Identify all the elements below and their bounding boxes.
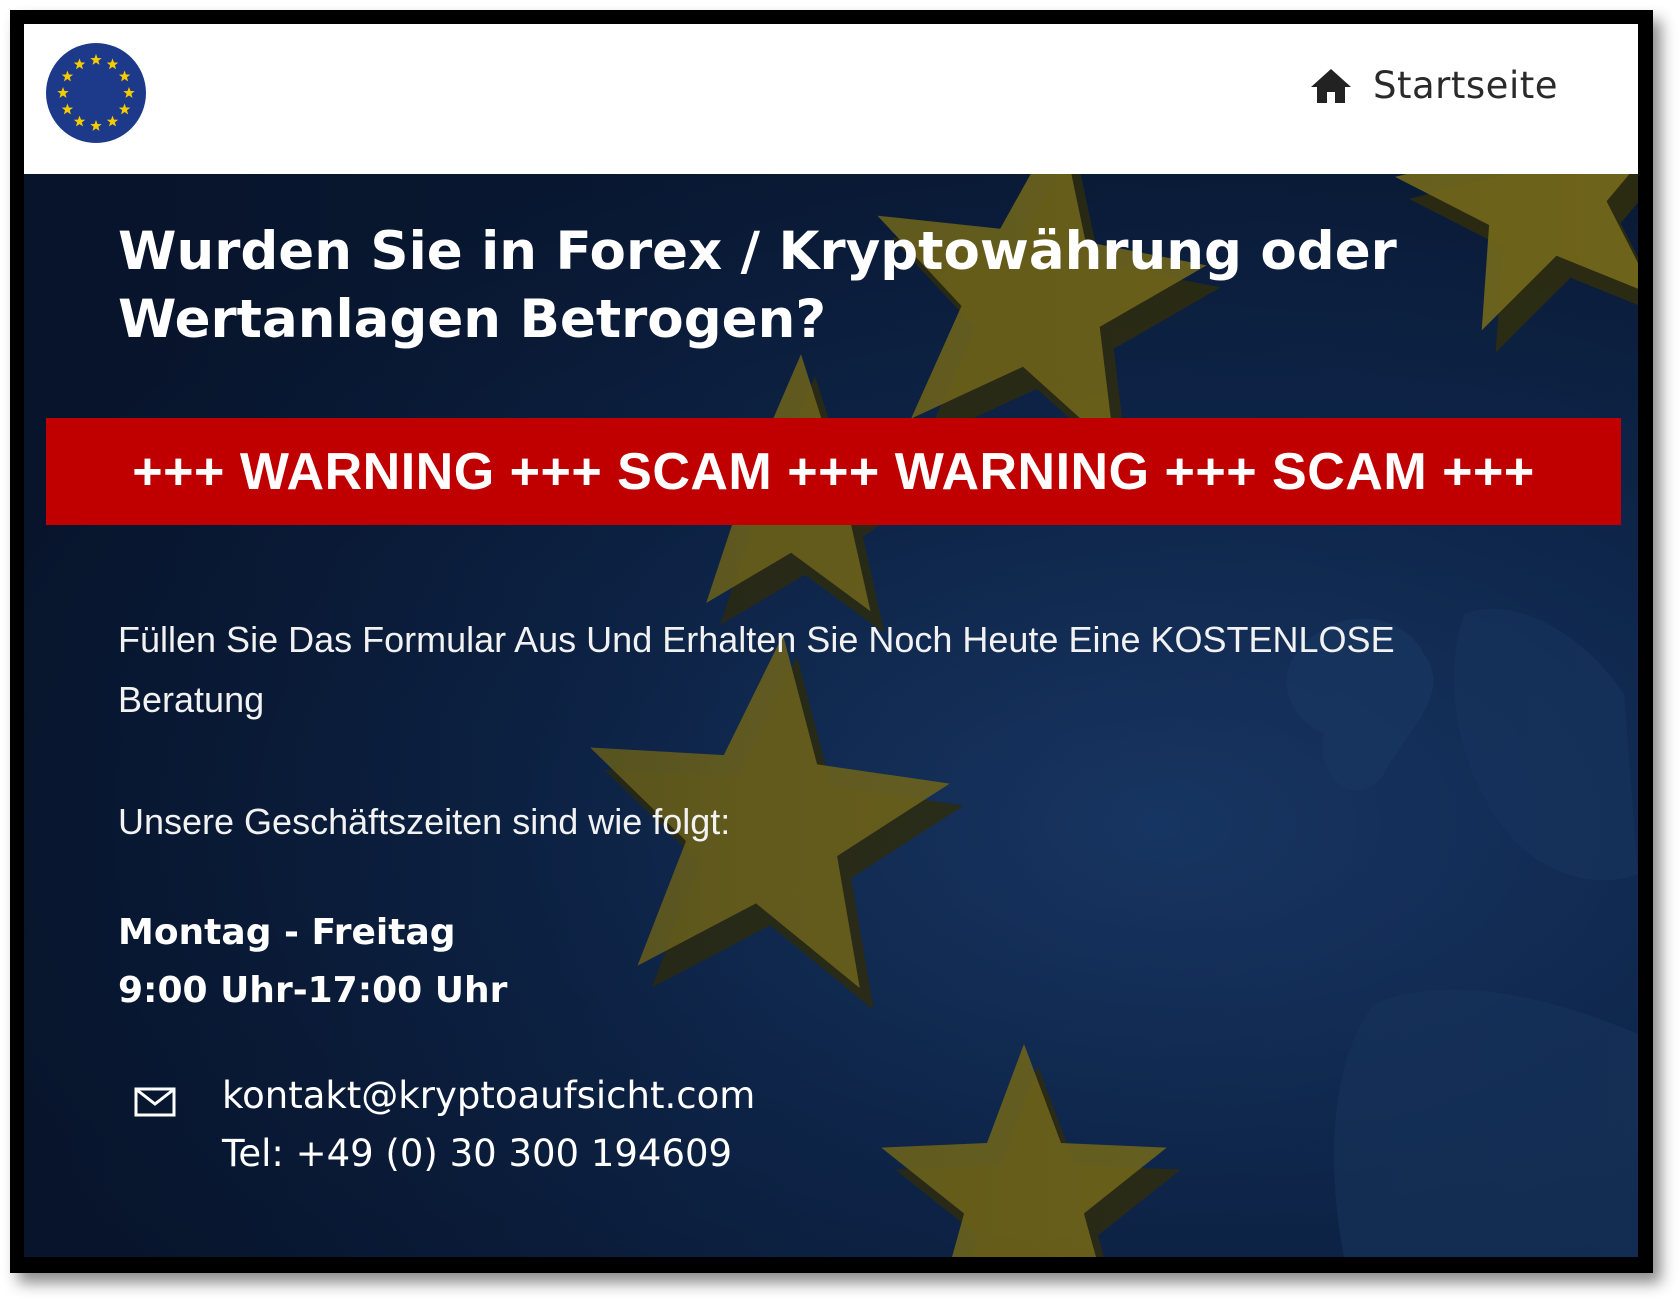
contact-phone[interactable]: Tel: +49 (0) 30 300 194609 (222, 1132, 732, 1175)
business-days: Montag - Freitag (118, 912, 456, 953)
web-page: Startseite Wurden Sie in Forex / Kryptow… (24, 24, 1638, 1257)
hero-title: Wurden Sie in Forex / Kryptowährung oder… (118, 218, 1518, 354)
business-hours: Montag - Freitag 9:00 Uhr-17:00 Uhr (118, 904, 507, 1020)
site-header: Startseite (24, 24, 1638, 174)
nav-home-link[interactable]: Startseite (1309, 64, 1558, 107)
hero-title-line1: Wurden Sie in Forex / Kryptowährung oder (118, 221, 1397, 282)
intro-text: Füllen Sie Das Formular Aus Und Erhalten… (118, 610, 1498, 730)
hero-section: Wurden Sie in Forex / Kryptowährung oder… (24, 174, 1638, 1257)
hero-title-line2: Wertanlagen Betrogen? (118, 289, 827, 350)
contact-email-link[interactable]: kontakt@kryptoaufsicht.com (222, 1074, 755, 1117)
intro-line2: Beratung (118, 679, 265, 720)
scam-warning-text: +++ WARNING +++ SCAM +++ WARNING +++ SCA… (132, 442, 1535, 501)
business-hours-intro: Unsere Geschäftszeiten sind wie folgt: (118, 801, 731, 842)
eu-flag-logo[interactable] (45, 42, 147, 144)
scam-warning-banner: +++ WARNING +++ SCAM +++ WARNING +++ SCA… (46, 418, 1621, 525)
nav-home-label: Startseite (1373, 64, 1558, 107)
home-icon (1311, 68, 1352, 103)
mail-icon (134, 1087, 176, 1117)
business-time: 9:00 Uhr-17:00 Uhr (118, 970, 508, 1011)
intro-line1: Füllen Sie Das Formular Aus Und Erhalten… (118, 619, 1395, 660)
